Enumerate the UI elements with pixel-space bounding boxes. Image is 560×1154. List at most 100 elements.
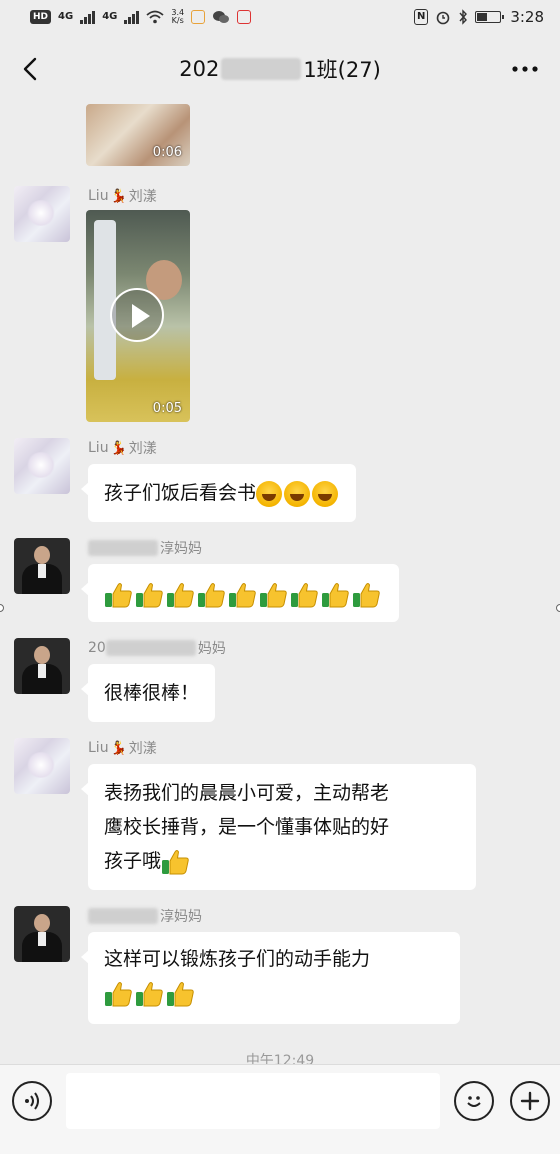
message-text: 很棒很棒！ [104, 682, 200, 704]
thumbs-up-emoji-icon [167, 981, 194, 1006]
redacted-name [105, 640, 196, 656]
play-icon[interactable] [110, 288, 164, 342]
thumbs-up-emoji-icon [353, 582, 380, 607]
chat-header: 202 1班(27) [0, 34, 560, 104]
back-button[interactable] [14, 52, 48, 86]
network-type-1: 4G [58, 11, 74, 22]
avatar[interactable] [14, 438, 70, 494]
bluetooth-icon [459, 9, 468, 25]
message-line: 孩子哦 [104, 850, 162, 872]
thumbs-up-emoji-icon [105, 582, 132, 607]
sender-name-text: Liu [88, 440, 109, 456]
dancer-emoji-icon: 💃 [110, 440, 127, 456]
network-type-2: 4G [102, 11, 118, 22]
sender-name-suffix: 妈妈 [197, 641, 226, 657]
avatar[interactable] [14, 906, 70, 962]
avatar[interactable] [14, 638, 70, 694]
message-bubble[interactable] [81, 564, 399, 622]
voice-icon [25, 1092, 39, 1110]
notification-app-icon [191, 10, 206, 24]
message-bubble[interactable]: 这样可以锻炼孩子们的动手能力 [81, 932, 460, 1024]
input-bar [0, 1064, 560, 1154]
video-thumbnail-2[interactable]: 0:05 [86, 210, 190, 422]
network-speed: 3.4 K/s [171, 9, 184, 25]
avatar[interactable] [14, 186, 70, 242]
sender-name-suffix: 刘漾 [128, 741, 157, 757]
sender-name: 淳妈妈 [88, 538, 202, 558]
sender-name-text: Liu [88, 740, 109, 756]
message-line: 表扬我们的晨晨小可爱，主动帮老 [104, 782, 390, 804]
video-scene [94, 220, 116, 380]
sender-name-suffix: 淳妈妈 [160, 909, 202, 925]
status-right: N 3:28 [413, 8, 544, 26]
dancer-emoji-icon: 💃 [110, 188, 127, 204]
notification-app-icon-2 [237, 10, 252, 24]
emoji-row [104, 976, 444, 1010]
status-bar: HD 4G 4G 3.4 K/s N 3:28 [0, 0, 560, 34]
redacted-title [221, 58, 302, 80]
sender-name-prefix: 20 [88, 640, 106, 656]
video-thumbnail-1[interactable]: 0:06 [86, 104, 190, 166]
more-button[interactable] [508, 52, 542, 86]
chat-title-prefix: 202 [179, 57, 220, 81]
message-input[interactable] [66, 1073, 440, 1129]
plus-icon [520, 1091, 540, 1111]
more-dots-icon [512, 66, 538, 72]
chat-title: 202 1班(27) [179, 54, 381, 84]
sender-name: 20 妈妈 [88, 638, 226, 658]
thumbs-up-emoji-icon [322, 582, 349, 607]
thumbs-up-emoji-icon [136, 981, 163, 1006]
emoji-button[interactable] [454, 1081, 494, 1121]
video-duration: 0:06 [152, 145, 182, 160]
laugh-emoji-icon [312, 480, 339, 507]
status-time: 3:28 [510, 8, 544, 26]
sender-name-suffix: 淳妈妈 [160, 541, 202, 557]
alarm-icon [437, 11, 450, 25]
hd-badge: HD [30, 10, 52, 24]
sender-name-suffix: 刘漾 [128, 189, 157, 205]
thumbs-up-emoji-icon [260, 582, 287, 607]
laugh-emoji-icon [284, 480, 311, 507]
dancer-emoji-icon: 💃 [110, 740, 127, 756]
message-bubble[interactable]: 很棒很棒！ [80, 664, 216, 722]
sender-name: 淳妈妈 [88, 906, 202, 926]
thumbs-up-emoji-icon [105, 981, 132, 1006]
thumbs-up-emoji-icon [167, 582, 194, 607]
chat-area[interactable]: 0:06 Liu 💃 刘漾 0:05 Liu 💃 刘漾 孩子们饭后看会书 淳妈妈… [0, 104, 560, 1064]
chat-title-suffix: 1班(27) [303, 58, 381, 82]
thumbs-up-emoji-icon [291, 582, 318, 607]
right-edge-marker [556, 604, 560, 612]
redacted-name [88, 540, 158, 556]
message-line: 鹰校长捶背，是一个懂事体贴的好 [104, 816, 390, 838]
message-line-last: 孩子哦 [104, 844, 460, 878]
thumbs-up-emoji-icon [136, 582, 163, 607]
speed-unit: K/s [171, 16, 184, 25]
avatar[interactable] [14, 538, 70, 594]
message-text: 孩子们饭后看会书 [104, 482, 257, 504]
signal-icon [80, 10, 96, 24]
sender-name: Liu 💃 刘漾 [88, 738, 157, 758]
message-bubble[interactable]: 孩子们饭后看会书 [80, 464, 357, 522]
thumbs-up-emoji-icon [198, 582, 225, 607]
avatar[interactable] [14, 738, 70, 794]
nfc-icon: N [413, 9, 429, 25]
chat-timestamp: 中午12:49 [245, 1053, 315, 1064]
sender-name: Liu 💃 刘漾 [88, 186, 157, 206]
plus-button[interactable] [510, 1081, 550, 1121]
message-text: 这样可以锻炼孩子们的动手能力 [104, 948, 371, 970]
status-left: HD 4G 4G 3.4 K/s [30, 9, 252, 25]
message-bubble[interactable]: 表扬我们的晨晨小可爱，主动帮老 鹰校长捶背，是一个懂事体贴的好 孩子哦 [81, 764, 476, 890]
thumbs-up-emoji-icon [162, 849, 189, 874]
redacted-name [88, 908, 158, 924]
emoji-icon [467, 1096, 481, 1107]
wifi-icon [146, 10, 164, 24]
thumbs-up-emoji-icon [229, 582, 256, 607]
chevron-left-icon [23, 57, 37, 81]
wechat-icon [213, 11, 230, 23]
sender-name-text: Liu [88, 188, 109, 204]
voice-button[interactable] [12, 1081, 52, 1121]
battery-icon [475, 11, 505, 23]
signal-icon-2 [124, 10, 140, 24]
laugh-emoji-icon [256, 480, 283, 507]
video-duration: 0:05 [152, 401, 182, 416]
